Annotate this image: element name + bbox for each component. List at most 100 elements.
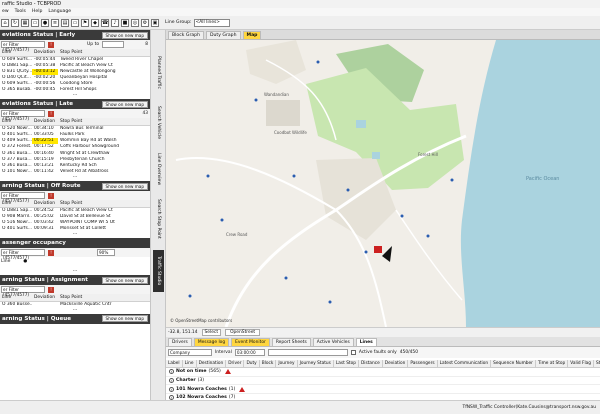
- window-icon[interactable]: ▣: [151, 18, 159, 27]
- off-route-filter-select[interactable]: er Filter (4577/4577): [1, 192, 45, 203]
- lines-column-header[interactable]: Deviation: [383, 360, 409, 367]
- menu-language[interactable]: Language: [48, 8, 71, 16]
- col-stop-point[interactable]: Stop Point: [58, 200, 150, 208]
- active-faults-checkbox[interactable]: [350, 350, 356, 355]
- early-up-to-select[interactable]: [102, 41, 125, 48]
- stop-marker[interactable]: [206, 174, 210, 178]
- lines-column-header[interactable]: Latest Communication: [438, 360, 492, 367]
- bus-vehicle-icon[interactable]: [374, 246, 382, 253]
- list-icon[interactable]: ≡: [51, 18, 59, 27]
- stop-marker[interactable]: [400, 214, 404, 218]
- stop-marker[interactable]: [220, 218, 224, 222]
- lines-column-header[interactable]: Journey: [276, 360, 298, 367]
- occupancy-percent-select[interactable]: 90%: [97, 249, 115, 257]
- col-deviation[interactable]: Deviation: [32, 294, 58, 302]
- stop-marker[interactable]: [346, 188, 350, 192]
- grid-icon[interactable]: ▦: [21, 18, 29, 27]
- stop-icon[interactable]: ■: [121, 18, 129, 27]
- lines-column-header[interactable]: Last Stop: [334, 360, 359, 367]
- lines-column-header[interactable]: Distance: [359, 360, 383, 367]
- col-deviation[interactable]: Deviation: [32, 118, 58, 126]
- col-deviation[interactable]: Deviation: [32, 49, 58, 57]
- expand-icon[interactable]: ›: [169, 369, 174, 375]
- stop-marker[interactable]: [364, 250, 368, 254]
- stop-marker[interactable]: [292, 174, 296, 178]
- assignment-filter-select[interactable]: er Filter (4577/4577): [1, 286, 45, 297]
- early-show-map-button[interactable]: Show on new map: [101, 31, 148, 39]
- lines-column-header[interactable]: Label: [166, 360, 183, 367]
- lines-column-header[interactable]: Block: [260, 360, 277, 367]
- late-show-map-button[interactable]: Show on new map: [101, 100, 148, 108]
- line-group-row[interactable]: › Charter (3): [166, 377, 600, 386]
- off-route-show-map-button[interactable]: Show on new map: [101, 182, 148, 190]
- lines-column-header[interactable]: Passengers: [408, 360, 438, 367]
- tab-search-stop-point[interactable]: Search Stop Point: [153, 192, 164, 246]
- tab-report-sheets[interactable]: Report Sheets: [271, 338, 311, 346]
- col-stop-point[interactable]: Stop Point: [58, 294, 150, 302]
- lines-column-header[interactable]: Driver: [226, 360, 245, 367]
- lines-column-header[interactable]: Destination: [197, 360, 227, 367]
- tab-planned-traffic[interactable]: Planned Traffic: [153, 52, 164, 94]
- expand-icon[interactable]: ›: [169, 386, 174, 392]
- col-deviation[interactable]: Deviation: [32, 200, 58, 208]
- occupancy-filter-select[interactable]: er Filter (4577/4577): [1, 249, 45, 260]
- tab-search-vehicle[interactable]: Search Vehicle: [153, 98, 164, 146]
- stop-marker[interactable]: [284, 276, 288, 280]
- lines-search-input[interactable]: [267, 349, 348, 356]
- user-icon[interactable]: ●: [41, 18, 49, 27]
- menu-view[interactable]: ew: [2, 8, 9, 16]
- tab-duty-graph[interactable]: Duty Graph: [205, 31, 241, 39]
- map-canvas[interactable]: Wandandian Coodbot Wildlife Pacific Ocea…: [166, 40, 600, 327]
- home-icon[interactable]: ⌂: [1, 18, 9, 27]
- late-filter-select[interactable]: er Filter (4577/4577): [1, 110, 45, 121]
- line-group-row[interactable]: › Not on time (565): [166, 368, 600, 377]
- stop-marker[interactable]: [450, 178, 454, 182]
- clipboard-icon[interactable]: ▤: [61, 18, 69, 27]
- lines-column-header[interactable]: Time at Stop: [536, 360, 569, 367]
- refresh-icon[interactable]: ↻: [11, 18, 19, 27]
- menu-tools[interactable]: Tools: [15, 8, 26, 16]
- map-view[interactable]: Wandandian Coodbot Wildlife Pacific Ocea…: [166, 40, 600, 327]
- tab-lines[interactable]: Lines: [355, 338, 377, 346]
- tab-active-vehicles[interactable]: Active Vehicles: [312, 338, 354, 346]
- tab-traffic-studio[interactable]: Traffic Studio: [153, 250, 164, 292]
- lines-column-header[interactable]: Line: [183, 360, 197, 367]
- lines-column-header[interactable]: Duty: [244, 360, 260, 367]
- map-source-select[interactable]: OpenStreet: [225, 329, 261, 336]
- line-group-select[interactable]: <All lines>: [193, 18, 230, 27]
- company-select[interactable]: Company: [168, 349, 212, 356]
- tab-block-graph[interactable]: Block Graph: [168, 31, 204, 39]
- monitor-icon[interactable]: ▭: [71, 18, 79, 27]
- assignment-show-map-button[interactable]: Show on new map: [101, 276, 148, 284]
- tab-drivers[interactable]: Drivers: [168, 338, 192, 346]
- stop-marker[interactable]: [316, 60, 320, 64]
- stop-marker[interactable]: [188, 294, 192, 298]
- expand-icon[interactable]: ›: [169, 378, 174, 384]
- tab-map[interactable]: Map: [242, 31, 262, 39]
- col-stop-point[interactable]: Stop Point: [58, 49, 150, 57]
- tab-message-log[interactable]: Message log: [193, 338, 230, 346]
- lines-column-header[interactable]: Journey Status: [298, 360, 334, 367]
- stop-marker[interactable]: [254, 98, 258, 102]
- lines-column-header[interactable]: Valid Flag: [568, 360, 595, 367]
- menu-help[interactable]: Help: [32, 8, 42, 16]
- lines-column-header[interactable]: Status Flags: [594, 360, 600, 367]
- col-stop-point[interactable]: Stop Point: [58, 118, 150, 126]
- globe-icon[interactable]: ◎: [131, 18, 139, 27]
- line-group-row[interactable]: › 101 Nowra Coaches (1): [166, 385, 600, 395]
- tab-event-monitor[interactable]: Event Monitor: [231, 338, 270, 346]
- queue-show-map-button[interactable]: Show on new map: [101, 315, 148, 323]
- pin-icon[interactable]: ◆: [91, 18, 99, 27]
- lines-column-header[interactable]: Sequence Number: [491, 360, 536, 367]
- bus-icon[interactable]: ▭: [31, 18, 39, 27]
- interval-input[interactable]: 03:00:00: [234, 349, 265, 356]
- settings-icon[interactable]: ⚙: [141, 18, 149, 27]
- early-filter-select[interactable]: er Filter (4577/4577): [1, 41, 45, 52]
- flag-icon[interactable]: ⚑: [81, 18, 89, 27]
- bell-icon[interactable]: ♪: [111, 18, 119, 27]
- stop-marker[interactable]: [328, 300, 332, 304]
- select-button[interactable]: Select: [201, 329, 222, 336]
- phone-icon[interactable]: ☎: [101, 18, 109, 27]
- tab-line-overview[interactable]: Line Overview: [153, 150, 164, 188]
- stop-marker[interactable]: [426, 234, 430, 238]
